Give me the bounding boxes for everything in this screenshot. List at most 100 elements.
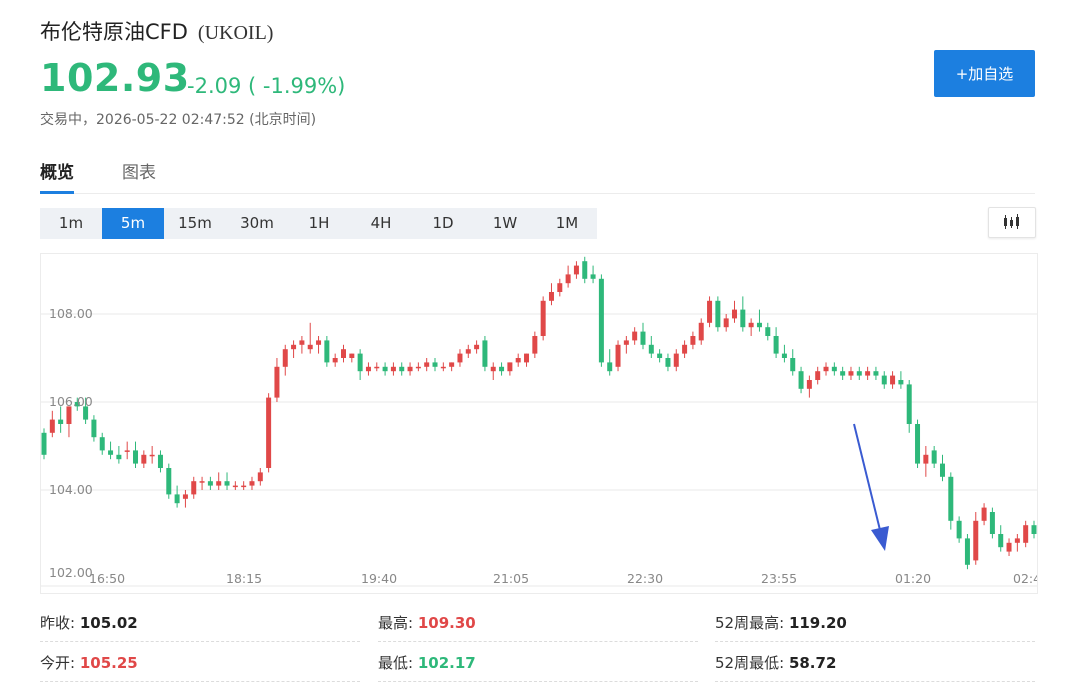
candle (915, 419, 921, 468)
interval-selector: 1m 5m 15m 30m 1H 4H 1D 1W 1M (40, 208, 597, 239)
candle (840, 366, 846, 380)
tab-overview[interactable]: 概览 (40, 158, 74, 194)
candle (856, 366, 862, 380)
candle (632, 327, 638, 345)
add-watchlist-button[interactable]: +加自选 (934, 50, 1035, 97)
candle (1006, 538, 1012, 556)
candle (241, 481, 247, 490)
candle (831, 362, 837, 376)
x-tick-label: 21:05 (493, 571, 529, 586)
price-chart[interactable]: 102.00 104.00 106.00 108.00 16:50 18:15 19:40 2… (40, 253, 1038, 594)
candle (1031, 520, 1037, 539)
candle (515, 353, 521, 367)
x-tick-label: 19:40 (361, 571, 397, 586)
candlestick-icon (1004, 214, 1019, 229)
stat-label: 最低: (378, 654, 414, 672)
candle (157, 450, 163, 473)
candle (682, 340, 688, 358)
instrument-title: 布伦特原油CFD (UKOIL) (40, 16, 273, 46)
down-arrow-icon (853, 423, 889, 551)
candle (748, 318, 754, 336)
candle (116, 446, 122, 464)
candle (598, 274, 604, 367)
price-change: -2.09 ( -1.99%) (187, 74, 346, 98)
interval-1mo[interactable]: 1M (536, 208, 598, 239)
instrument-code: (UKOIL) (197, 22, 274, 44)
interval-1m[interactable]: 1m (40, 208, 102, 239)
candle (1023, 520, 1029, 548)
candle (573, 261, 579, 279)
candle (707, 296, 713, 328)
interval-1w[interactable]: 1W (474, 208, 536, 239)
candle (249, 476, 255, 490)
candle (657, 349, 663, 363)
stat-label: 今开: (40, 654, 76, 672)
candle (890, 371, 896, 389)
candle (274, 358, 280, 402)
candle (873, 366, 879, 380)
stat-value: 105.25 (79, 654, 138, 672)
candle (989, 507, 995, 539)
interval-1d[interactable]: 1D (412, 208, 474, 239)
candle (66, 406, 72, 438)
candle (291, 340, 297, 358)
candle (798, 366, 804, 394)
x-tick-label: 23:55 (761, 571, 797, 586)
stat-open: 今开: 105.25 (40, 652, 138, 673)
candle (174, 485, 180, 508)
interval-4h[interactable]: 4H (350, 208, 412, 239)
candle (124, 441, 130, 460)
candle (590, 265, 596, 284)
x-tick-label: 02:4 (1013, 571, 1037, 586)
stat-52w-low: 52周最低: 58.72 (715, 652, 836, 673)
x-tick-label: 22:30 (627, 571, 663, 586)
candle (424, 358, 430, 372)
candle (207, 476, 213, 490)
candle (848, 366, 854, 380)
x-tick-label: 18:15 (226, 571, 262, 586)
candle (108, 441, 114, 460)
interval-1h[interactable]: 1H (288, 208, 350, 239)
candle (99, 432, 105, 455)
candle (615, 340, 621, 372)
candle (182, 490, 188, 508)
candle (482, 336, 488, 372)
candle (449, 362, 455, 372)
divider (378, 681, 698, 682)
candle (324, 336, 330, 367)
candle (299, 336, 305, 354)
candle (199, 476, 205, 490)
candle (715, 296, 721, 332)
candle (607, 349, 613, 376)
tab-chart[interactable]: 图表 (122, 158, 156, 191)
candle (973, 512, 979, 565)
candle (365, 362, 371, 376)
candle (823, 362, 829, 376)
candle (524, 353, 530, 367)
candle (740, 296, 746, 332)
candle (540, 296, 546, 341)
y-tick-label: 108.00 (49, 306, 93, 321)
interval-30m[interactable]: 30m (226, 208, 288, 239)
candle (723, 314, 729, 332)
candle (216, 472, 222, 490)
stat-label: 昨收: (40, 614, 76, 632)
divider (40, 681, 360, 682)
candle (648, 336, 654, 358)
candle (548, 283, 554, 306)
candle (998, 525, 1004, 552)
x-tick-label: 16:50 (89, 571, 125, 586)
interval-5m[interactable]: 5m (102, 208, 164, 239)
divider (715, 641, 1035, 642)
candle (332, 353, 338, 367)
candle (133, 441, 139, 468)
interval-15m[interactable]: 15m (164, 208, 226, 239)
candle (640, 322, 646, 350)
candle (756, 309, 762, 332)
candle (665, 353, 671, 372)
candle (923, 446, 929, 477)
chart-type-button[interactable] (988, 207, 1036, 238)
tab-bar: 概览 图表 (40, 155, 1035, 194)
candle (399, 362, 405, 376)
candle (781, 344, 787, 363)
